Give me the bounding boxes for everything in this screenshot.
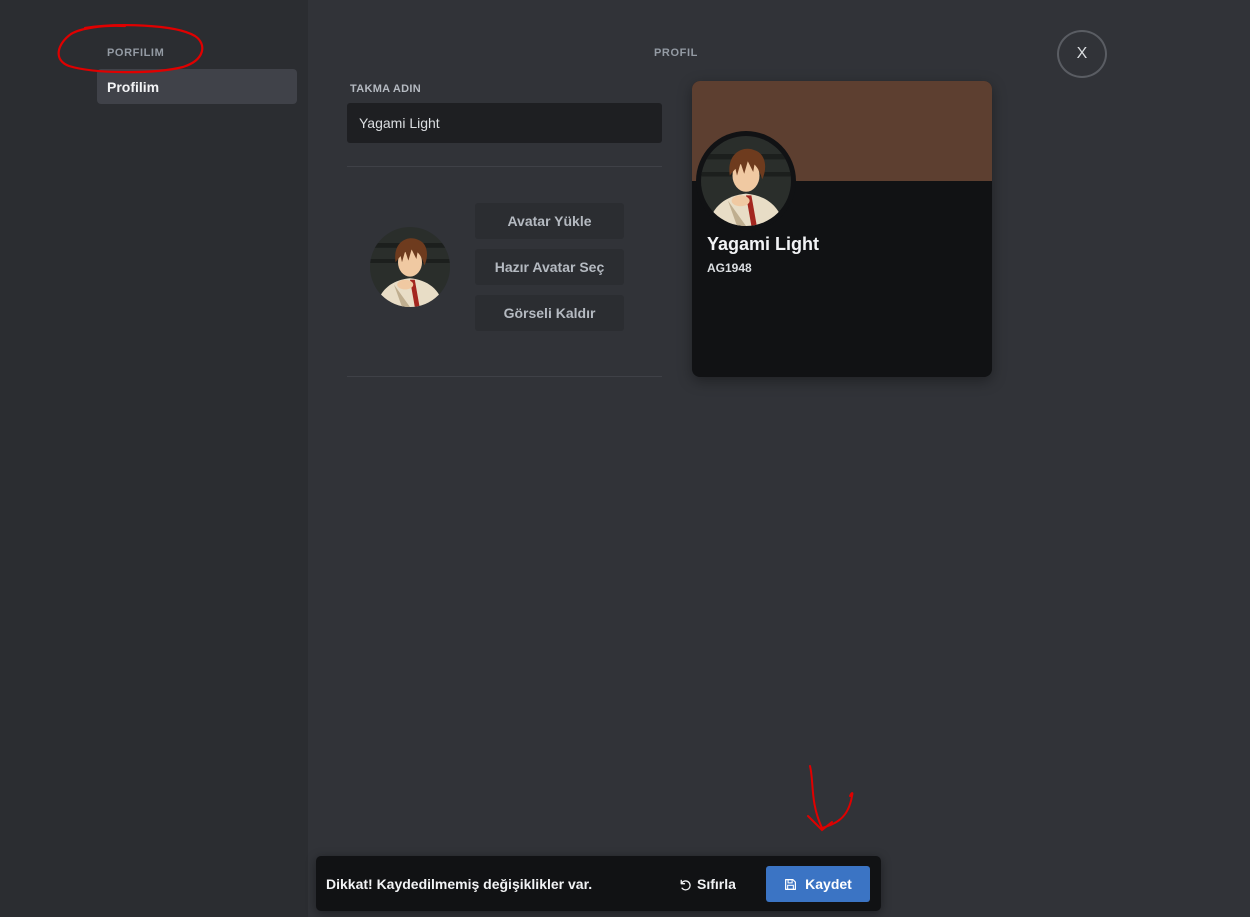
nickname-label: TAKMA ADIN xyxy=(350,83,422,95)
save-label: Kaydet xyxy=(805,876,852,892)
preview-avatar xyxy=(696,131,796,231)
avatar-image xyxy=(370,227,450,307)
sidebar-heading: PORFILIM xyxy=(107,47,165,59)
profile-preview-card: Yagami Light AG1948 xyxy=(692,81,992,377)
reset-button[interactable]: Sıfırla xyxy=(668,866,746,902)
settings-sidebar: PORFILIM Profilim xyxy=(0,0,308,917)
reset-label: Sıfırla xyxy=(697,876,736,892)
section-title: PROFIL xyxy=(654,47,698,59)
unsaved-changes-bar: Dikkat! Kaydedilmemiş değişiklikler var.… xyxy=(316,856,881,911)
undo-icon xyxy=(680,879,691,890)
avatar xyxy=(370,227,450,307)
divider xyxy=(347,166,662,167)
close-button[interactable]: X xyxy=(1057,30,1107,78)
preview-avatar-image xyxy=(701,136,791,226)
remove-image-button[interactable]: Görseli Kaldır xyxy=(475,295,624,331)
save-button[interactable]: Kaydet xyxy=(766,866,870,902)
choose-preset-avatar-button[interactable]: Hazır Avatar Seç xyxy=(475,249,624,285)
preview-display-name: Yagami Light xyxy=(707,234,820,254)
sidebar-item-profilim[interactable]: Profilim xyxy=(97,69,297,104)
sidebar-item-label: Profilim xyxy=(107,79,160,95)
annotation-arrow xyxy=(807,765,854,832)
divider xyxy=(347,376,662,377)
unsaved-changes-message: Dikkat! Kaydedilmemiş değişiklikler var. xyxy=(326,876,593,892)
upload-avatar-button[interactable]: Avatar Yükle xyxy=(475,203,624,239)
floppy-disk-icon xyxy=(785,878,797,890)
preview-user-tag: AG1948 xyxy=(707,261,752,275)
nickname-input[interactable] xyxy=(347,103,662,143)
close-label: X xyxy=(1076,45,1088,62)
